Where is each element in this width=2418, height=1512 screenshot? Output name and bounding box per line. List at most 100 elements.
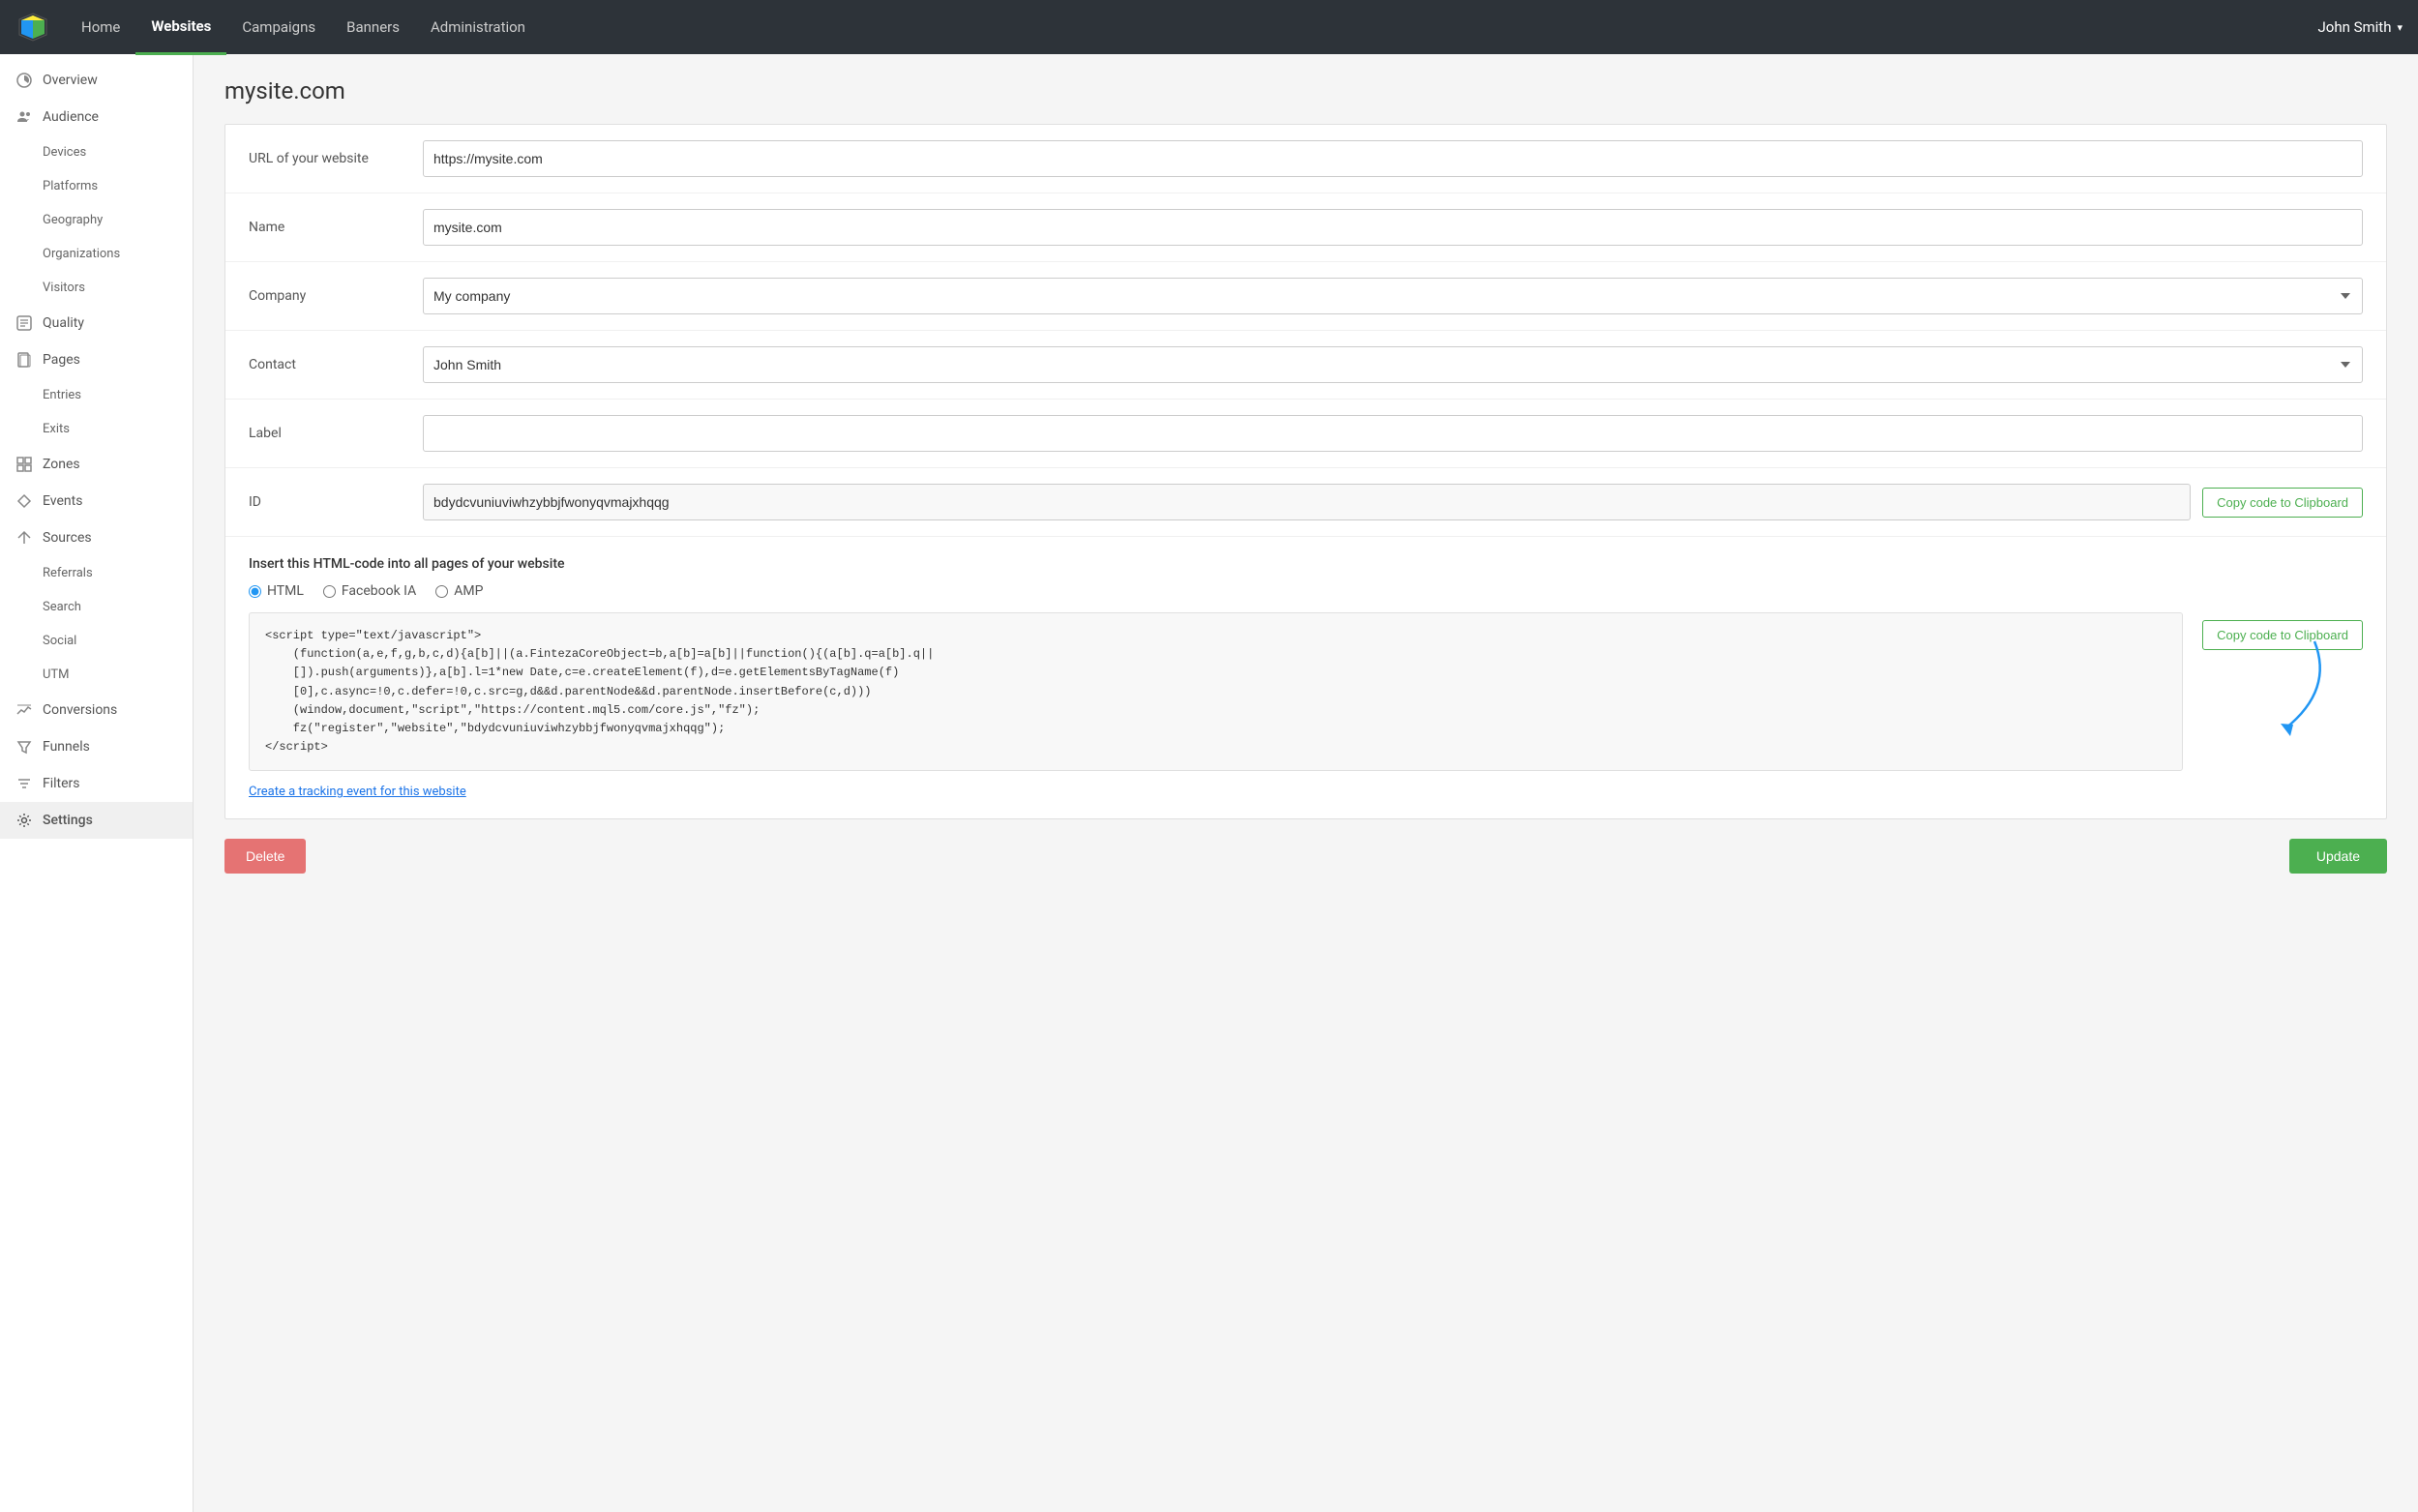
sidebar-item-events[interactable]: Events (0, 483, 193, 519)
logo[interactable] (15, 10, 50, 44)
nav-home[interactable]: Home (66, 1, 135, 53)
sidebar-label-organizations: Organizations (43, 247, 120, 261)
label-row: Label (225, 400, 2386, 468)
contact-label: Contact (249, 357, 403, 372)
sidebar-label-audience: Audience (43, 109, 99, 125)
sidebar-item-funnels[interactable]: Funnels (0, 728, 193, 765)
radio-amp-input[interactable] (435, 585, 448, 598)
chart-icon (15, 72, 33, 89)
sidebar-label-overview: Overview (43, 73, 98, 88)
sidebar-item-pages[interactable]: Pages (0, 341, 193, 378)
url-row: URL of your website (225, 125, 2386, 193)
sidebar-item-zones[interactable]: Zones (0, 446, 193, 483)
sidebar-label-utm: UTM (43, 667, 70, 682)
quality-icon (15, 314, 33, 332)
sidebar-label-exits: Exits (43, 422, 70, 436)
radio-html[interactable]: HTML (249, 583, 304, 599)
top-navigation: Home Websites Campaigns Banners Administ… (0, 0, 2418, 54)
chevron-down-icon: ▾ (2397, 21, 2403, 34)
sidebar-label-search: Search (43, 600, 81, 614)
contact-select[interactable]: John Smith (423, 346, 2363, 383)
website-form: URL of your website Name Company My comp… (224, 124, 2387, 819)
sidebar-item-overview[interactable]: Overview (0, 62, 193, 99)
conversions-icon (15, 701, 33, 719)
url-input[interactable] (423, 140, 2363, 177)
url-label: URL of your website (249, 151, 403, 166)
code-section: Insert this HTML-code into all pages of … (225, 537, 2386, 818)
nav-websites[interactable]: Websites (135, 0, 226, 55)
nav-administration[interactable]: Administration (415, 1, 541, 53)
nav-campaigns[interactable]: Campaigns (226, 1, 331, 53)
company-label: Company (249, 288, 403, 304)
radio-amp-label: AMP (454, 583, 483, 599)
sidebar-label-pages: Pages (43, 352, 80, 368)
id-row: ID Copy code to Clipboard (225, 468, 2386, 537)
sidebar-label-events: Events (43, 493, 82, 509)
sidebar-label-entries: Entries (43, 388, 81, 402)
name-input[interactable] (423, 209, 2363, 246)
sidebar-item-audience[interactable]: Audience (0, 99, 193, 135)
funnels-icon (15, 738, 33, 756)
sidebar-item-settings[interactable]: Settings (0, 802, 193, 839)
update-button[interactable]: Update (2289, 839, 2387, 874)
sidebar-item-sources[interactable]: Sources (0, 519, 193, 556)
sidebar-label-visitors: Visitors (43, 281, 85, 295)
action-bar: Delete Update (224, 839, 2387, 874)
sidebar-label-funnels: Funnels (43, 739, 90, 755)
sidebar-label-platforms: Platforms (43, 179, 98, 193)
main-content: mysite.com URL of your website Name Comp… (194, 54, 2418, 1512)
name-label: Name (249, 220, 403, 235)
filters-icon (15, 775, 33, 792)
sidebar-item-referrals[interactable]: Referrals (0, 556, 193, 590)
sidebar-item-filters[interactable]: Filters (0, 765, 193, 802)
sources-icon (15, 529, 33, 547)
sidebar-label-social: Social (43, 634, 76, 648)
sidebar-item-platforms[interactable]: Platforms (0, 169, 193, 203)
events-icon (15, 492, 33, 510)
sidebar-item-organizations[interactable]: Organizations (0, 237, 193, 271)
label-input[interactable] (423, 415, 2363, 452)
settings-icon (15, 812, 33, 829)
radio-html-input[interactable] (249, 585, 261, 598)
tracking-link[interactable]: Create a tracking event for this website (249, 785, 466, 799)
sidebar-item-search[interactable]: Search (0, 590, 193, 624)
sidebar-item-quality[interactable]: Quality (0, 305, 193, 341)
code-block: <script type="text/javascript"> (functio… (249, 612, 2183, 771)
sidebar-item-visitors[interactable]: Visitors (0, 271, 193, 305)
label-label: Label (249, 426, 403, 441)
company-row: Company My company (225, 262, 2386, 331)
sidebar-item-utm[interactable]: UTM (0, 658, 193, 692)
id-input-wrap: Copy code to Clipboard (423, 484, 2363, 520)
nav-banners[interactable]: Banners (331, 1, 415, 53)
id-input[interactable] (423, 484, 2191, 520)
sidebar: Overview Audience Devices Platforms Geog… (0, 54, 194, 1512)
sidebar-label-conversions: Conversions (43, 702, 117, 718)
sidebar-item-devices[interactable]: Devices (0, 135, 193, 169)
page-title: mysite.com (224, 77, 2387, 104)
radio-facebook-input[interactable] (323, 585, 336, 598)
pages-icon (15, 351, 33, 369)
sidebar-label-sources: Sources (43, 530, 92, 546)
contact-row: Contact John Smith (225, 331, 2386, 400)
sidebar-label-geography: Geography (43, 213, 103, 227)
name-row: Name (225, 193, 2386, 262)
delete-button[interactable]: Delete (224, 839, 306, 874)
radio-html-label: HTML (267, 583, 304, 599)
sidebar-item-geography[interactable]: Geography (0, 203, 193, 237)
sidebar-item-exits[interactable]: Exits (0, 412, 193, 446)
sidebar-item-conversions[interactable]: Conversions (0, 692, 193, 728)
sidebar-label-referrals: Referrals (43, 566, 93, 580)
sidebar-label-zones: Zones (43, 457, 80, 472)
zones-icon (15, 456, 33, 473)
radio-facebook[interactable]: Facebook IA (323, 583, 416, 599)
user-menu[interactable]: John Smith ▾ (2317, 18, 2403, 36)
radio-facebook-label: Facebook IA (342, 583, 416, 599)
sidebar-item-social[interactable]: Social (0, 624, 193, 658)
sidebar-item-entries[interactable]: Entries (0, 378, 193, 412)
id-label: ID (249, 494, 403, 510)
sidebar-label-devices: Devices (43, 145, 86, 160)
sidebar-label-quality: Quality (43, 315, 84, 331)
company-select[interactable]: My company (423, 278, 2363, 314)
copy-id-button[interactable]: Copy code to Clipboard (2202, 488, 2363, 518)
radio-amp[interactable]: AMP (435, 583, 483, 599)
